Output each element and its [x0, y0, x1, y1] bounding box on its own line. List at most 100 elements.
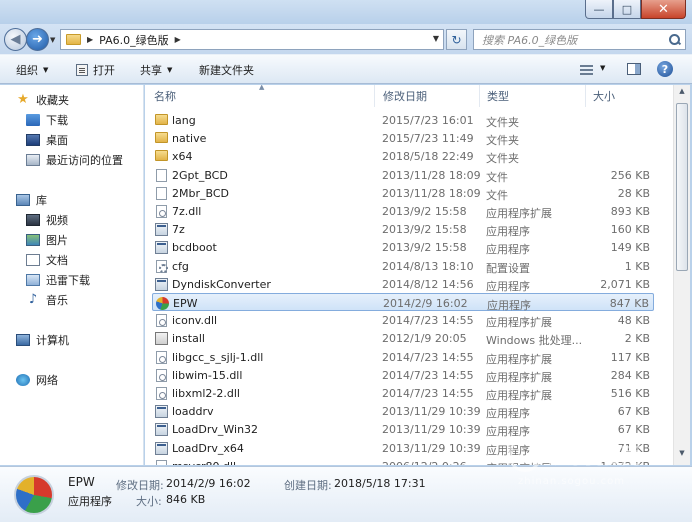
music-note-icon: ♪	[28, 292, 38, 307]
file-row[interactable]: 7z.dll 2013/9/2 15:58 应用程序扩展 893 KB	[152, 202, 654, 220]
column-divider[interactable]	[585, 85, 586, 107]
file-row[interactable]: native 2015/7/23 11:49 文件夹	[152, 129, 654, 147]
sidebar-label: 收藏夹	[36, 94, 69, 107]
vertical-scrollbar[interactable]: ▲ ▼	[673, 85, 690, 465]
file-date: 2014/7/23 14:55	[382, 368, 474, 382]
share-button[interactable]: 共享 ▼	[140, 62, 172, 78]
open-button[interactable]: 打开	[76, 62, 115, 78]
folder-icon	[155, 114, 168, 125]
file-row[interactable]: bcdboot 2013/9/2 15:58 应用程序 149 KB	[152, 238, 654, 256]
address-dropdown-icon[interactable]: ▼	[433, 34, 439, 43]
chevron-down-icon: ▼	[167, 66, 173, 74]
desktop-icon	[26, 134, 40, 146]
file-row[interactable]: DyndiskConverter 2014/8/12 14:56 应用程序 2,071…	[152, 275, 654, 293]
file-size: 67 KB	[617, 405, 650, 419]
sidebar-item-videos[interactable]: 视频	[26, 211, 68, 229]
file-row[interactable]: LoadDrv_x64 2013/11/29 10:39 应用程序 71 KB	[152, 439, 654, 457]
sort-ascending-icon: ▲	[259, 85, 265, 91]
back-button[interactable]: ◀	[4, 28, 27, 51]
column-header-type[interactable]: 类型	[487, 85, 509, 107]
library-icon	[16, 194, 30, 206]
column-divider[interactable]	[374, 85, 375, 107]
file-name: 2Gpt_BCD	[172, 168, 228, 182]
computer-icon	[16, 334, 30, 346]
scroll-up-icon[interactable]: ▲	[676, 87, 688, 101]
chevron-down-icon: ▼	[43, 66, 49, 74]
address-row: ◀ ➜ ▼ ▶ PA6.0_绿色版 ▶ ▼ ↻ 搜索 PA6.0_绿色版	[0, 24, 692, 54]
sidebar-item-thunder[interactable]: 迅雷下载	[26, 271, 90, 289]
file-row[interactable]: iconv.dll 2014/7/23 14:55 应用程序扩展 48 KB	[152, 311, 654, 329]
window-controls: — □ ✕	[585, 0, 686, 19]
file-row[interactable]: libxml2-2.dll 2014/7/23 14:55 应用程序扩展 516 KB	[152, 384, 654, 402]
file-row[interactable]: libgcc_s_sjlj-1.dll 2014/7/23 14:55 应用程序扩展…	[152, 348, 654, 366]
file-row[interactable]: libwim-15.dll 2014/7/23 14:55 应用程序扩展 284 KB	[152, 366, 654, 384]
help-icon[interactable]: ?	[657, 61, 673, 77]
new-folder-button[interactable]: 新建文件夹	[199, 62, 254, 78]
file-date: 2015/7/23 11:49	[382, 132, 474, 146]
file-size: 516 KB	[610, 387, 650, 400]
sidebar-item-recent[interactable]: 最近访问的位置	[26, 151, 123, 169]
scrollbar-thumb[interactable]	[676, 103, 688, 271]
sidebar-item-favorites[interactable]: ★ 收藏夹	[16, 91, 69, 109]
file-date: 2014/7/23 14:55	[382, 387, 474, 400]
refresh-button[interactable]: ↻	[446, 29, 467, 50]
view-options-icon[interactable]	[580, 65, 593, 75]
view-dropdown-icon[interactable]: ▼	[600, 64, 605, 72]
file-row[interactable]: 7z 2013/9/2 15:58 应用程序 160 KB	[152, 220, 654, 238]
sidebar-item-computer[interactable]: 计算机	[16, 331, 69, 349]
address-bar[interactable]: ▶ PA6.0_绿色版 ▶ ▼	[60, 29, 444, 50]
recent-pages-dropdown-icon[interactable]: ▼	[50, 36, 55, 44]
config-file-icon	[156, 259, 168, 273]
column-divider[interactable]	[479, 85, 480, 107]
column-header-date[interactable]: 修改日期	[383, 85, 427, 107]
file-row[interactable]: loaddrv 2013/11/29 10:39 应用程序 67 KB	[152, 402, 654, 420]
details-file-name: EPW	[68, 475, 95, 489]
sidebar-item-downloads[interactable]: 下载	[26, 111, 68, 129]
scroll-down-icon[interactable]: ▼	[676, 449, 688, 463]
file-row[interactable]: 2Mbr_BCD 2013/11/28 18:09 文件 28 KB	[152, 184, 654, 202]
sidebar-item-documents[interactable]: 文档	[26, 251, 68, 269]
file-list: ▲ 名称 修改日期 类型 大小 lang 2015/7/23 16:01 文件夹 na…	[145, 85, 673, 465]
file-date: 2006/12/2 0:26	[382, 460, 467, 465]
file-name: iconv.dll	[172, 314, 218, 328]
organize-label: 组织	[16, 64, 38, 77]
column-header-name[interactable]: 名称	[154, 85, 176, 107]
file-row[interactable]: cfg 2014/8/13 18:10 配置设置 1 KB	[152, 257, 654, 275]
file-name: 7z	[172, 223, 185, 237]
maximize-button[interactable]: □	[613, 0, 641, 19]
file-row[interactable]: msvcr80.dll 2006/12/2 0:26 应用程序扩展 1,072 KB	[152, 457, 654, 465]
sidebar-label: 库	[36, 194, 47, 207]
search-input[interactable]: 搜索 PA6.0_绿色版	[473, 29, 686, 50]
file-row[interactable]: lang 2015/7/23 16:01 文件夹	[152, 111, 654, 129]
chevron-right-icon[interactable]: ▶	[175, 35, 181, 44]
file-row[interactable]: install 2012/1/9 20:05 Windows 批处理... 2 KB	[152, 329, 654, 347]
sidebar-item-network[interactable]: 网络	[16, 371, 58, 389]
sidebar-label: 音乐	[46, 294, 68, 307]
file-date: 2014/7/23 14:55	[382, 314, 474, 328]
column-header-size[interactable]: 大小	[593, 85, 615, 107]
file-size: 2,071 KB	[600, 277, 650, 291]
minimize-button[interactable]: —	[585, 0, 613, 19]
recent-places-icon	[26, 154, 40, 166]
sidebar-item-library[interactable]: 库	[16, 191, 47, 209]
file-row[interactable]: EPW 2014/2/9 16:02 应用程序 847 KB	[152, 293, 654, 312]
sidebar-item-desktop[interactable]: 桌面	[26, 131, 68, 149]
open-label: 打开	[93, 64, 115, 77]
details-created-value: 2018/5/18 17:31	[334, 477, 426, 490]
close-button[interactable]: ✕	[641, 0, 686, 19]
file-row[interactable]: 2Gpt_BCD 2013/11/28 18:09 文件 256 KB	[152, 166, 654, 184]
file-row[interactable]: LoadDrv_Win32 2013/11/29 10:39 应用程序 67 KB	[152, 420, 654, 438]
search-icon[interactable]	[669, 33, 681, 46]
file-row[interactable]: x64 2018/5/18 22:49 文件夹	[152, 147, 654, 165]
organize-button[interactable]: 组织 ▼	[16, 62, 48, 78]
sidebar-item-pictures[interactable]: 图片	[26, 231, 68, 249]
forward-button[interactable]: ➜	[26, 28, 49, 51]
application-icon	[155, 241, 168, 255]
breadcrumb-current[interactable]: PA6.0_绿色版	[99, 32, 168, 48]
preview-pane-icon[interactable]	[627, 63, 641, 75]
sidebar-item-music[interactable]: ♪ 音乐	[26, 291, 68, 309]
file-date: 2013/11/29 10:39	[382, 405, 481, 419]
file-name: cfg	[172, 259, 189, 273]
file-date: 2013/9/2 15:58	[382, 241, 467, 255]
chevron-right-icon[interactable]: ▶	[87, 35, 93, 44]
